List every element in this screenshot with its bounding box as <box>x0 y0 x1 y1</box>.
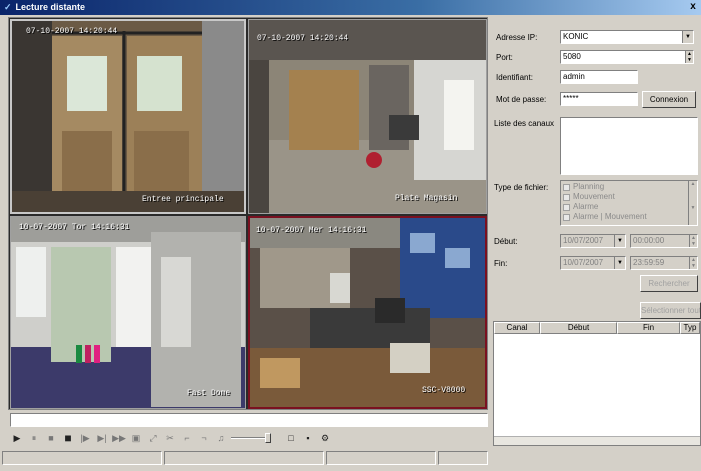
volume-slider[interactable] <box>231 433 271 443</box>
zoom-icon[interactable]: ⤢ <box>146 431 160 445</box>
connect-button[interactable]: Connexion <box>642 91 696 108</box>
column-header-debut[interactable]: Début <box>540 322 617 334</box>
column-header-type[interactable]: Typ <box>680 322 700 334</box>
end-label: Fin: <box>494 259 508 268</box>
channels-list[interactable] <box>560 117 698 175</box>
status-bar <box>0 449 701 467</box>
stop-all-icon[interactable]: ■ <box>61 431 75 445</box>
cut-icon[interactable]: ✂ <box>163 431 177 445</box>
table-header: Canal Début Fin Typ <box>494 322 700 334</box>
filetype-option-label: Alarme | Mouvement <box>573 212 647 221</box>
password-input[interactable]: ***** <box>560 92 638 106</box>
settings-icon[interactable]: ⚙ <box>318 431 332 445</box>
spin-icon[interactable]: ▲ ▼ <box>685 51 693 63</box>
ip-label: Adresse IP: <box>496 33 538 42</box>
status-cell-4 <box>438 451 488 465</box>
end-time-value: 23:59:59 <box>633 258 665 267</box>
video-grid: 07-10-2007 14:20:44 Entree principale 07… <box>8 17 488 410</box>
end-time-field[interactable]: 23:59:59 ▲ ▼ <box>630 256 698 270</box>
status-cell-3 <box>326 451 436 465</box>
filetype-option[interactable]: Alarme | Mouvement <box>563 212 697 222</box>
list-scrollbar[interactable]: ▲ ▼ <box>688 181 697 225</box>
camera-1-label: Entree principale <box>142 195 224 204</box>
window-title: Lecture distante <box>15 2 86 12</box>
checkbox-icon[interactable] <box>563 213 570 221</box>
clip-start-icon[interactable]: ⌐ <box>180 431 194 445</box>
horizontal-scrollbar[interactable] <box>494 436 700 445</box>
frame-step-icon[interactable]: |▶ <box>78 431 92 445</box>
checkbox-icon[interactable] <box>563 193 570 201</box>
chevron-down-icon[interactable]: ▼ <box>614 257 625 269</box>
camera-2-timestamp: 07-10-2007 14:20:44 <box>257 34 349 43</box>
clip-end-icon[interactable]: ¬ <box>197 431 211 445</box>
port-value: 5080 <box>563 52 581 61</box>
password-value: ***** <box>563 94 579 103</box>
ip-select[interactable]: KONIC ▼ <box>560 30 694 44</box>
play-icon[interactable]: ▶ <box>10 431 24 445</box>
app-icon: ✓ <box>4 2 12 12</box>
port-stepper[interactable]: 5080 ▲ ▼ <box>560 50 694 64</box>
password-label: Mot de passe: <box>496 95 547 104</box>
volume-icon[interactable]: ♫ <box>214 431 228 445</box>
start-date-field[interactable]: 10/07/2007 ▼ <box>560 234 626 248</box>
camera-1-image <box>12 21 244 212</box>
remote-playback-window: ✓ Lecture distante x 07-10-2007 14:20:44 <box>0 0 701 471</box>
column-header-canal[interactable]: Canal <box>494 322 540 334</box>
checkbox-icon[interactable] <box>563 203 570 211</box>
camera-3-image <box>11 217 245 408</box>
camera-2-image <box>249 20 486 213</box>
select-all-button[interactable]: Sélectionner tout <box>640 302 701 319</box>
spin-icon[interactable]: ▲ ▼ <box>689 257 697 269</box>
search-panel: Adresse IP: KONIC ▼ Port: 5080 ▲ ▼ Identi… <box>490 17 701 447</box>
search-button[interactable]: Rechercher <box>640 275 698 292</box>
fast-forward-icon[interactable]: ▶▶ <box>112 431 126 445</box>
fullscreen-icon[interactable]: □ <box>284 431 298 445</box>
close-icon[interactable]: x <box>687 1 699 13</box>
playback-progress-bar[interactable] <box>10 413 488 427</box>
camera-4-image <box>250 218 485 407</box>
results-table[interactable]: Canal Début Fin Typ <box>493 321 701 446</box>
camera-3-timestamp: 10-07-2007 Tor 14:16:31 <box>19 223 130 232</box>
playback-toolbar: ▶ ⏸ ■ ■ |▶ ▶| ▶▶ ▣ ⤢ ✂ ⌐ ¬ ♫ □ ▪ ⚙ <box>10 430 488 446</box>
filetype-list[interactable]: Planning Mouvement Alarme Alarme | Mouve… <box>560 180 698 226</box>
camera-2-label: Plate Magasin <box>395 194 458 203</box>
stop-icon[interactable]: ■ <box>44 431 58 445</box>
camera-view-4[interactable]: 10-07-2007 Mer 14:16:31 SSC-V8000 <box>248 216 487 409</box>
chevron-down-icon[interactable]: ▼ <box>682 31 693 43</box>
filetype-label: Type de fichier: <box>494 183 549 192</box>
spin-icon[interactable]: ▲ ▼ <box>689 235 697 247</box>
status-cell-1 <box>2 451 162 465</box>
start-label: Début: <box>494 237 518 246</box>
slow-forward-icon[interactable]: ▶| <box>95 431 109 445</box>
snapshot-icon[interactable]: ▣ <box>129 431 143 445</box>
channels-label: Liste des canaux <box>494 119 555 128</box>
camera-4-label: SSC-V8000 <box>422 386 466 395</box>
pause-icon[interactable]: ⏸ <box>27 431 41 445</box>
camera-view-3[interactable]: 10-07-2007 Tor 14:16:31 Fast Dome <box>10 216 246 409</box>
title-bar: ✓ Lecture distante x <box>0 0 701 15</box>
chevron-down-icon[interactable]: ▼ <box>614 235 625 247</box>
start-time-field[interactable]: 00:00:00 ▲ ▼ <box>630 234 698 248</box>
column-header-fin[interactable]: Fin <box>617 322 680 334</box>
ip-value: KONIC <box>563 32 589 41</box>
checkbox-icon[interactable] <box>563 183 570 191</box>
end-date-field[interactable]: 10/07/2007 ▼ <box>560 256 626 270</box>
camera-view-1[interactable]: 07-10-2007 14:20:44 Entree principale <box>10 19 246 214</box>
start-date-value: 10/07/2007 <box>563 236 604 245</box>
status-cell-2 <box>164 451 324 465</box>
start-time-value: 00:00:00 <box>633 236 665 245</box>
port-label: Port: <box>496 53 513 62</box>
camera-4-timestamp: 10-07-2007 Mer 14:16:31 <box>256 226 367 235</box>
camera-view-2[interactable]: 07-10-2007 14:20:44 Plate Magasin <box>248 19 487 214</box>
volume-slider-thumb[interactable] <box>265 433 271 443</box>
end-date-value: 10/07/2007 <box>563 258 604 267</box>
user-value: admin <box>563 72 585 81</box>
user-input[interactable]: admin <box>560 70 638 84</box>
camera-3-label: Fast Dome <box>187 389 231 398</box>
user-label: Identifiant: <box>496 73 533 82</box>
camera-1-timestamp: 07-10-2007 14:20:44 <box>26 27 118 36</box>
save-icon[interactable]: ▪ <box>301 431 315 445</box>
